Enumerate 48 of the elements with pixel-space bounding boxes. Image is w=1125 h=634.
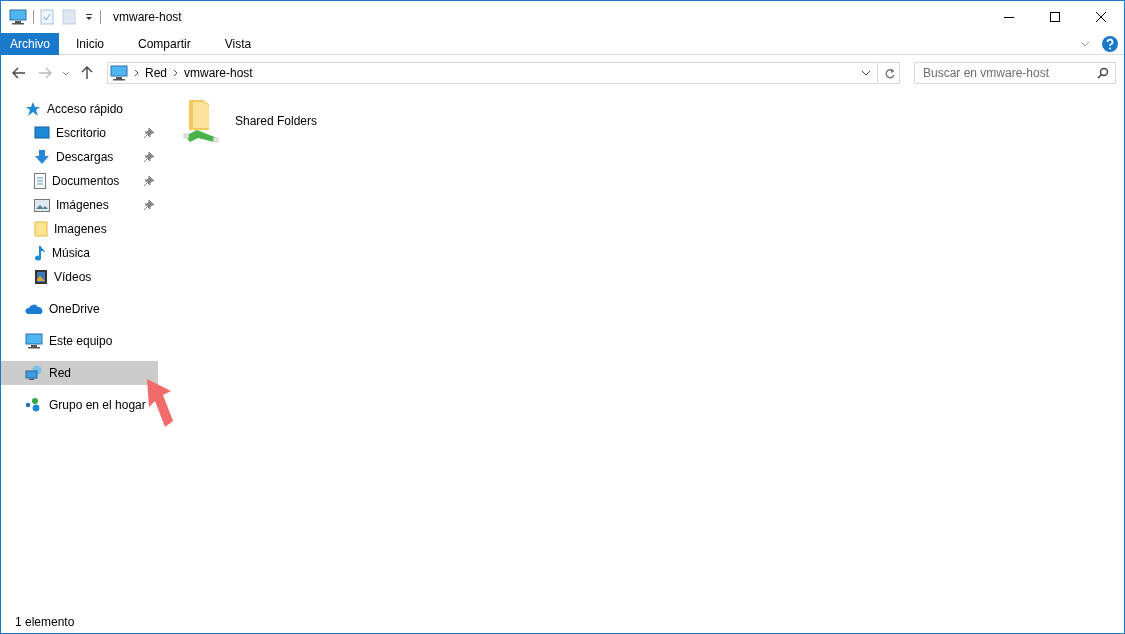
help-icon[interactable] xyxy=(1102,35,1118,52)
maximize-icon xyxy=(1050,12,1060,22)
breadcrumb-separator-icon xyxy=(173,69,178,77)
desktop-icon xyxy=(34,126,50,140)
music-note-icon xyxy=(34,245,46,261)
star-icon xyxy=(25,101,41,117)
sidebar-item[interactable]: Escritorio xyxy=(1,121,158,145)
breadcrumb-item[interactable]: vmware-host xyxy=(184,64,253,82)
ribbon-tab[interactable]: Compartir xyxy=(121,33,208,55)
computer-icon xyxy=(25,333,43,349)
ribbon-tab[interactable]: Inicio xyxy=(59,33,122,55)
refresh-icon xyxy=(884,67,896,80)
dropdown-icon[interactable] xyxy=(84,12,94,22)
network-icon xyxy=(25,365,43,381)
image-icon xyxy=(34,198,50,212)
window-title: vmware-host xyxy=(113,9,182,26)
sidebar-item[interactable]: Grupo en el hogar xyxy=(1,393,158,417)
sidebar-item[interactable]: Documentos xyxy=(1,169,158,193)
sidebar-item[interactable]: Imágenes xyxy=(1,193,158,217)
sidebar-item[interactable]: OneDrive xyxy=(1,297,158,321)
sidebar-item[interactable]: Red xyxy=(1,361,158,385)
sidebar-item[interactable]: Imagenes xyxy=(1,217,158,241)
close-icon xyxy=(1096,12,1106,22)
computer-icon xyxy=(9,9,27,25)
folder-icon xyxy=(34,221,48,237)
recent-dropdown[interactable] xyxy=(61,70,71,76)
chevron-down-icon[interactable] xyxy=(861,70,871,76)
search-icon xyxy=(1097,67,1109,79)
sidebar-item[interactable]: Descargas xyxy=(1,145,158,169)
film-icon xyxy=(34,269,48,285)
address-bar[interactable]: Red vmware-host xyxy=(107,62,900,84)
sidebar-item[interactable]: Este equipo xyxy=(1,329,158,353)
folder-name[interactable]: Shared Folders xyxy=(235,112,318,130)
shared-folder-icon[interactable] xyxy=(181,98,221,144)
breadcrumb-item[interactable]: Red xyxy=(145,64,167,82)
sidebar-item[interactable]: Acceso rápido xyxy=(1,97,158,121)
search-field[interactable]: Buscar en vmware-host xyxy=(914,62,1116,84)
ribbon-tab[interactable]: Vista xyxy=(207,33,269,55)
download-icon xyxy=(34,149,50,165)
sidebar-item[interactable]: Vídeos xyxy=(1,265,158,289)
cloud-icon xyxy=(25,303,43,315)
breadcrumb-separator-icon xyxy=(134,69,139,77)
computer-icon xyxy=(110,65,128,81)
item-count: 1 elemento xyxy=(15,614,75,631)
document-icon xyxy=(34,173,46,189)
ribbon-tab[interactable]: Archivo xyxy=(1,33,59,55)
sidebar-item[interactable]: Música xyxy=(1,241,158,265)
properties-icon[interactable] xyxy=(40,9,54,25)
